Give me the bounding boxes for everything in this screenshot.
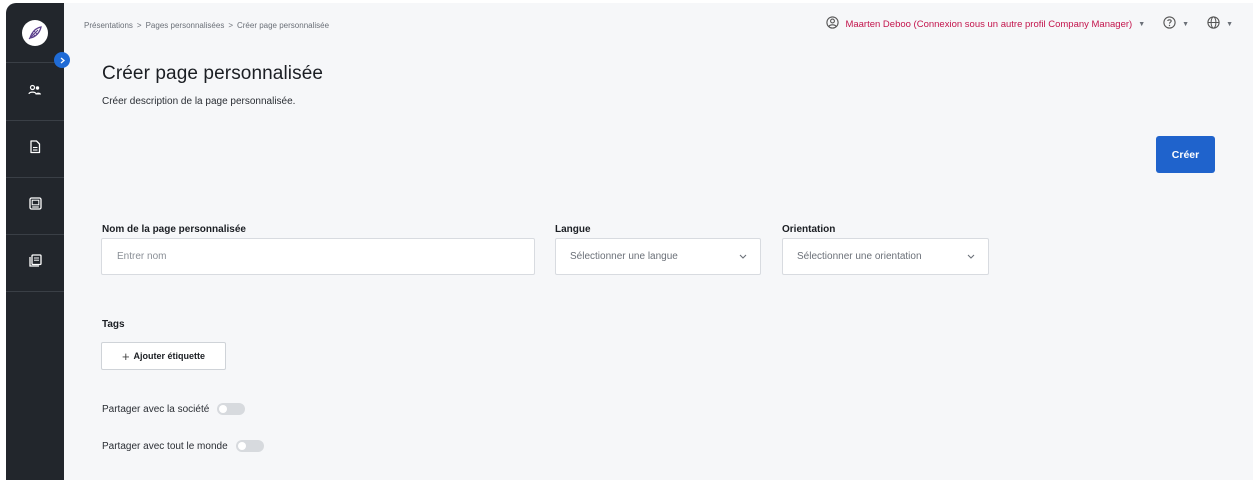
breadcrumb-current: Créer page personnalisée — [236, 21, 330, 30]
share-everyone-label: Partager avec tout le monde — [102, 440, 228, 452]
main-content: Présentations > Pages personnalisées > C… — [64, 3, 1253, 480]
toggle-knob — [237, 442, 246, 450]
users-icon — [28, 83, 42, 101]
name-input[interactable] — [101, 238, 535, 275]
tags-label: Tags — [102, 319, 125, 330]
language-menu[interactable]: ▼ — [1207, 16, 1233, 32]
language-label: Langue — [555, 224, 591, 235]
share-everyone-row: Partager avec tout le monde — [102, 440, 264, 452]
add-tag-button[interactable]: + Ajouter étiquette — [101, 342, 226, 370]
sidebar-item-documents[interactable] — [6, 121, 64, 178]
share-everyone-toggle[interactable] — [235, 440, 264, 452]
chevron-down-icon — [967, 252, 975, 261]
document-icon — [29, 139, 41, 159]
pages-icon — [28, 254, 42, 272]
plus-icon: + — [121, 348, 130, 364]
caret-down-icon: ▼ — [1182, 20, 1190, 28]
caret-down-icon: ▼ — [1226, 20, 1233, 28]
page-title: Créer page personnalisée — [102, 63, 324, 84]
page-description: Créer description de la page personnalis… — [102, 96, 296, 107]
add-tag-label: Ajouter étiquette — [133, 351, 206, 361]
user-circle-icon — [826, 16, 840, 32]
chevron-down-icon — [739, 252, 747, 261]
logo-icon — [22, 19, 48, 46]
caret-down-icon: ▼ — [1138, 20, 1146, 28]
toggle-knob — [219, 405, 228, 413]
breadcrumb-item[interactable]: Présentations — [84, 21, 133, 30]
breadcrumb-separator: > — [136, 21, 142, 30]
help-icon — [1163, 16, 1176, 32]
breadcrumb-item[interactable]: Pages personnalisées — [146, 21, 225, 30]
sidebar-item-users[interactable] — [6, 64, 64, 121]
sidebar-item-media[interactable] — [6, 178, 64, 235]
chevron-right-icon — [59, 51, 66, 69]
share-company-row: Partager avec la société — [102, 403, 246, 415]
language-select-value: Sélectionner une langue — [570, 251, 678, 262]
language-select[interactable]: Sélectionner une langue — [555, 238, 761, 275]
user-menu[interactable]: Maarten Deboo (Connexion sous un autre p… — [826, 16, 1145, 32]
breadcrumb-separator: > — [228, 21, 233, 30]
sidebar — [6, 3, 64, 480]
globe-icon — [1207, 16, 1220, 32]
create-button[interactable]: Créer — [1156, 136, 1215, 173]
header-actions: Maarten Deboo (Connexion sous un autre p… — [826, 16, 1233, 32]
sidebar-item-pages[interactable] — [6, 235, 64, 292]
sidebar-expand-button[interactable] — [54, 52, 70, 68]
breadcrumb: Présentations > Pages personnalisées > C… — [84, 21, 329, 30]
image-icon — [28, 197, 42, 215]
share-company-label: Partager avec la société — [102, 403, 210, 415]
help-menu[interactable]: ▼ — [1163, 16, 1189, 32]
orientation-select-value: Sélectionner une orientation — [797, 251, 922, 262]
orientation-label: Orientation — [782, 224, 836, 235]
orientation-select[interactable]: Sélectionner une orientation — [782, 238, 989, 275]
name-label: Nom de la page personnalisée — [102, 224, 246, 235]
user-name: Maarten Deboo (Connexion sous un autre p… — [845, 18, 1133, 30]
share-company-toggle[interactable] — [217, 403, 246, 415]
